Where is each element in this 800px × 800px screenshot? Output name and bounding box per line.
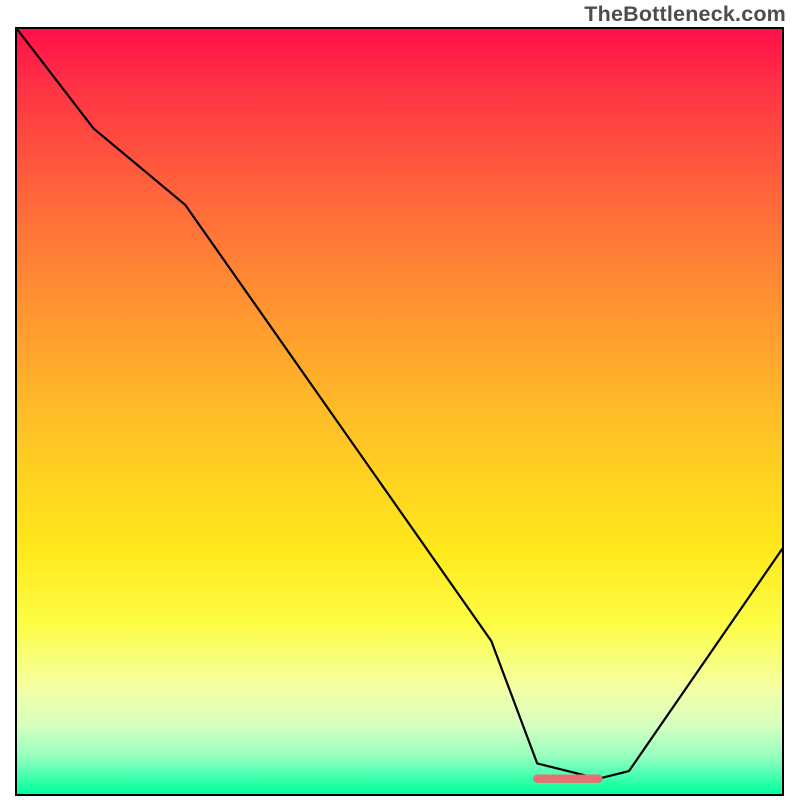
curve-line: [17, 29, 782, 779]
plot-area: [17, 29, 782, 794]
watermark-text: TheBottleneck.com: [584, 2, 786, 27]
chart-container: TheBottleneck.com: [0, 0, 800, 800]
overlay-svg: [17, 29, 782, 794]
